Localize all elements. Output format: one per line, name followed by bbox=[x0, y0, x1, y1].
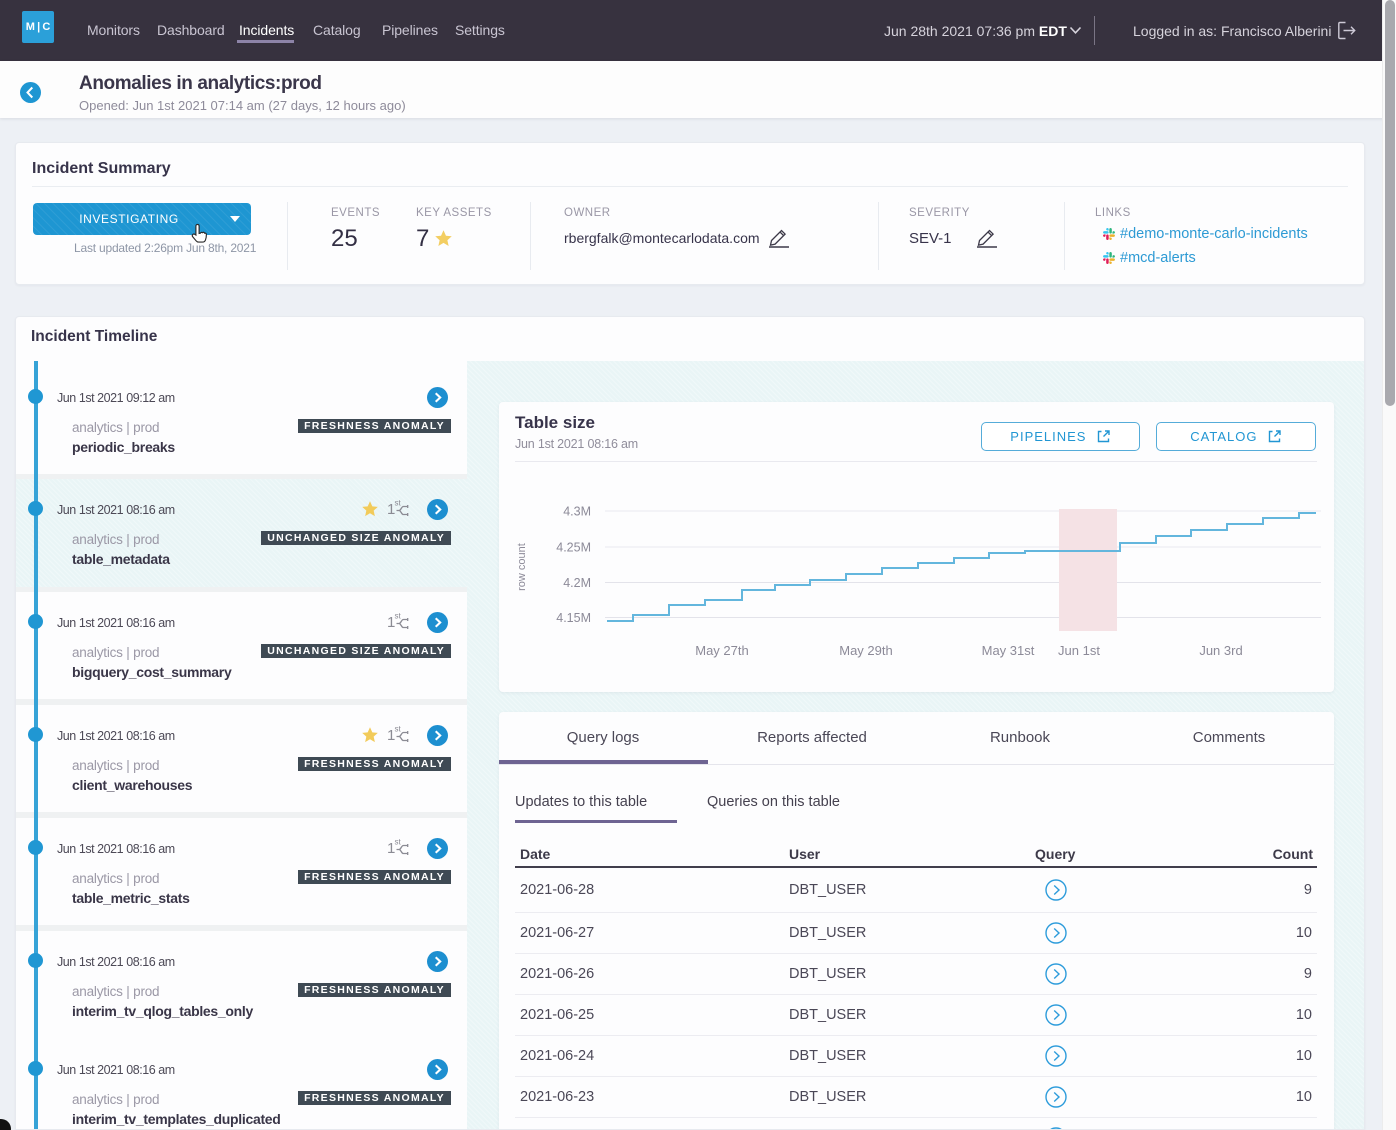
svg-text:4.2M: 4.2M bbox=[563, 576, 591, 590]
svg-text:May 31st: May 31st bbox=[982, 643, 1035, 658]
svg-text:st: st bbox=[395, 612, 402, 621]
svg-text:May 27th: May 27th bbox=[695, 643, 748, 658]
svg-text:4.25M: 4.25M bbox=[556, 541, 591, 555]
svg-text:st: st bbox=[395, 499, 402, 508]
svg-text:row count: row count bbox=[516, 543, 528, 591]
svg-text:st: st bbox=[395, 725, 402, 734]
svg-text:May 29th: May 29th bbox=[839, 643, 892, 658]
svg-text:4.15M: 4.15M bbox=[556, 611, 591, 625]
svg-text:Jun 1st: Jun 1st bbox=[1058, 643, 1100, 658]
svg-text:st: st bbox=[395, 838, 402, 847]
svg-text:4.3M: 4.3M bbox=[563, 505, 591, 519]
svg-text:Jun 3rd: Jun 3rd bbox=[1199, 643, 1242, 658]
